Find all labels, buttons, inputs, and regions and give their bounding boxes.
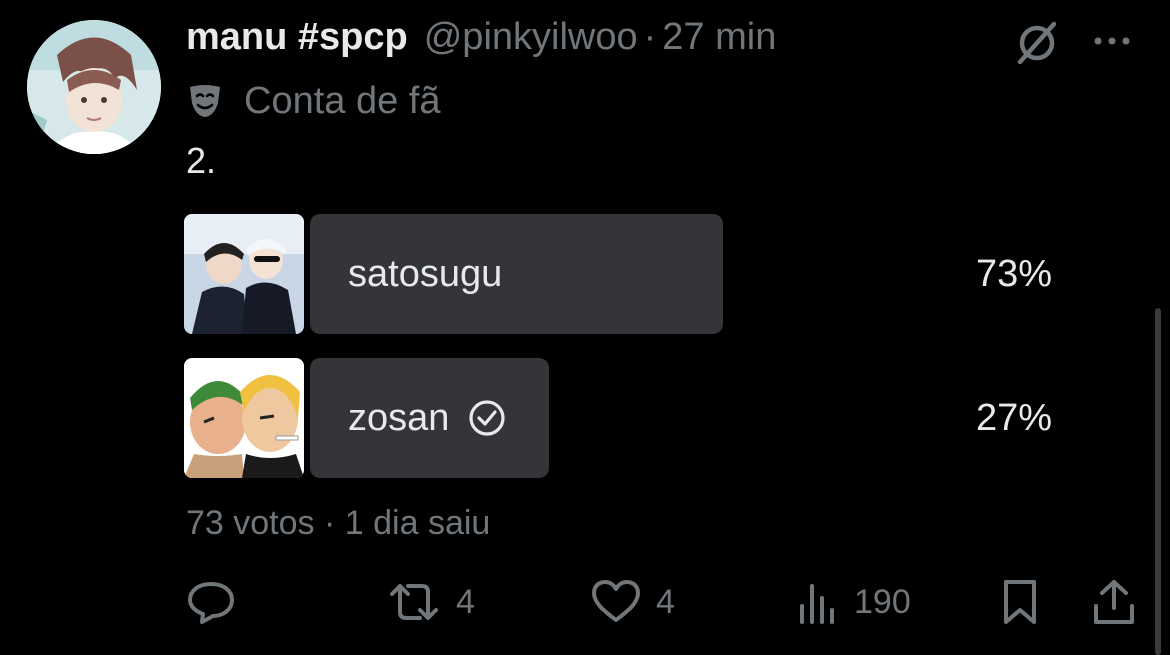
heart-icon [590,578,642,626]
separator-dot: · [643,16,657,58]
poll-option[interactable]: zosan 27% [184,358,1054,478]
repost-count: 4 [456,582,475,621]
views-icon [796,578,840,626]
poll-option-percent: 27% [975,396,1052,439]
reply-icon [186,578,236,626]
poll-votes: 73 votos [186,504,315,542]
poll-meta-separator: · [323,504,336,542]
bookmark-icon [998,578,1042,626]
poll-option-image [184,358,304,478]
tweet-actions: 4 4 190 [0,570,1170,634]
repost-icon [386,578,442,626]
fan-account-label: Conta de fã [186,78,440,124]
grok-icon[interactable] [1012,18,1062,68]
poll-option[interactable]: satosugu 73% [184,214,1054,334]
reply-button[interactable] [186,578,250,626]
poll-meta: 73 votos · 1 dia saiu [186,504,490,543]
poll-option-text: satosugu [348,252,503,295]
avatar[interactable] [27,20,161,154]
share-icon [1090,578,1138,626]
tweet-header: manu #spcp @pinkyilwoo · 27 min [186,16,776,66]
bookmark-button[interactable] [998,578,1042,626]
share-button[interactable] [1090,578,1138,626]
display-name[interactable]: manu #spcp [186,16,408,59]
theater-mask-icon [186,83,224,119]
check-circle-icon [467,398,507,438]
poll-option-label: satosugu [348,214,502,334]
poll-option-percent: 73% [975,252,1052,295]
poll-option-text: zosan [348,396,450,439]
more-icon[interactable] [1090,24,1134,58]
repost-button[interactable]: 4 [386,578,475,626]
scrollbar[interactable] [1155,308,1161,655]
timestamp[interactable]: 27 min [662,16,776,59]
poll-option-image [184,214,304,334]
views-count: 190 [854,582,911,621]
views-button[interactable]: 190 [796,578,911,626]
like-count: 4 [656,582,675,621]
like-button[interactable]: 4 [590,578,675,626]
tweet: manu #spcp @pinkyilwoo · 27 min Conta de… [0,0,1170,655]
tweet-text: 2. [186,140,217,181]
user-handle[interactable]: @pinkyilwoo [424,16,638,59]
poll-option-label: zosan [348,358,507,478]
fan-label-text: Conta de fã [244,79,441,122]
poll-status: 1 dia saiu [344,504,491,542]
